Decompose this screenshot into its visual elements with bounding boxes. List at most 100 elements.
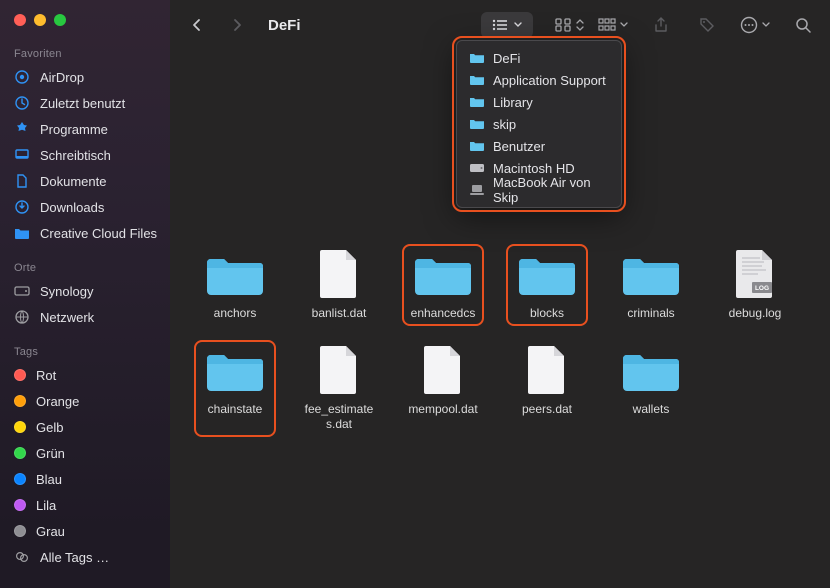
sidebar-item-documents[interactable]: Dokumente	[0, 168, 170, 194]
file-name: criminals	[627, 306, 674, 320]
file-name: anchors	[214, 306, 257, 320]
path-item[interactable]: Benutzer	[457, 135, 621, 157]
sidebar-group-label: Orte	[0, 256, 170, 278]
toolbar-right	[598, 12, 816, 38]
folder-icon	[469, 51, 485, 65]
file-grid: anchors banlist.dat enhancedcs blocks cr…	[170, 250, 830, 457]
path-item-label: Benutzer	[493, 139, 545, 154]
globe-icon	[14, 309, 30, 325]
sidebar-item-desktop[interactable]: Schreibtisch	[0, 142, 170, 168]
window-controls	[0, 14, 170, 26]
path-item-label: skip	[493, 117, 516, 132]
download-icon	[14, 199, 30, 215]
action-menu-button[interactable]	[740, 12, 770, 38]
sidebar-item-label: Grün	[36, 446, 65, 461]
folder-icon	[206, 250, 264, 298]
close-window-button[interactable]	[14, 14, 26, 26]
sidebar-item-label: Rot	[36, 368, 56, 383]
sidebar-item-label: Schreibtisch	[40, 148, 111, 163]
file-name: banlist.dat	[312, 306, 367, 320]
file-name: peers.dat	[522, 402, 572, 416]
path-item[interactable]: DeFi	[457, 47, 621, 69]
path-item[interactable]: Application Support	[457, 69, 621, 91]
sidebar-item-creative-cloud[interactable]: Creative Cloud Files	[0, 220, 170, 246]
path-dropdown[interactable]: DeFi Application Support Library skip Be…	[456, 40, 622, 208]
main-content: DeFi	[170, 0, 830, 588]
folder-icon	[414, 250, 472, 298]
logfile-icon: LOG	[726, 250, 784, 298]
folder-item[interactable]: wallets	[616, 346, 686, 431]
folder-icon	[469, 139, 485, 153]
airdrop-icon	[14, 69, 30, 85]
tag-dot-icon	[14, 473, 26, 485]
sidebar-tag-grau[interactable]: Grau	[0, 518, 170, 544]
sidebar-tag-orange[interactable]: Orange	[0, 388, 170, 414]
path-item[interactable]: Library	[457, 91, 621, 113]
sidebar-item-label: Orange	[36, 394, 79, 409]
desktop-icon	[14, 147, 30, 163]
sidebar-tag-gelb[interactable]: Gelb	[0, 414, 170, 440]
sidebar-item-network[interactable]: Netzwerk	[0, 304, 170, 330]
file-item[interactable]: mempool.dat	[408, 346, 478, 431]
folder-item[interactable]: blocks	[512, 250, 582, 320]
more-icon	[740, 16, 758, 34]
all-tags-icon	[14, 549, 30, 565]
minimize-window-button[interactable]	[34, 14, 46, 26]
file-icon	[310, 346, 368, 394]
zoom-window-button[interactable]	[54, 14, 66, 26]
folder-item[interactable]: criminals	[616, 250, 686, 320]
file-item[interactable]: fee_estimates.dat	[304, 346, 374, 431]
folder-item[interactable]: anchors	[200, 250, 270, 320]
share-button[interactable]	[648, 12, 674, 38]
path-item[interactable]: skip	[457, 113, 621, 135]
document-icon	[14, 173, 30, 189]
sidebar-all-tags[interactable]: Alle Tags …	[0, 544, 170, 570]
path-item[interactable]: MacBook Air von Skip	[457, 179, 621, 201]
folder-icon	[469, 95, 485, 109]
tag-dot-icon	[14, 369, 26, 381]
file-item[interactable]: peers.dat	[512, 346, 582, 431]
search-button[interactable]	[790, 12, 816, 38]
tag-icon	[699, 17, 715, 33]
view-as-list-button[interactable]	[481, 12, 533, 38]
folder-item[interactable]: enhancedcs	[408, 250, 478, 320]
sidebar-item-label: Alle Tags …	[40, 550, 109, 565]
file-name: enhancedcs	[411, 306, 476, 320]
folder-icon	[622, 250, 680, 298]
search-icon	[795, 17, 811, 33]
sidebar-item-applications[interactable]: Programme	[0, 116, 170, 142]
sidebar-item-label: Downloads	[40, 200, 104, 215]
sidebar-item-synology[interactable]: Synology	[0, 278, 170, 304]
window-title: DeFi	[268, 17, 301, 34]
sidebar-item-label: Creative Cloud Files	[40, 226, 157, 241]
tag-dot-icon	[14, 525, 26, 537]
sidebar-item-label: AirDrop	[40, 70, 84, 85]
file-item[interactable]: banlist.dat	[304, 250, 374, 320]
sidebar-group-label: Tags	[0, 340, 170, 362]
laptop-icon	[469, 183, 485, 197]
file-item[interactable]: LOG debug.log	[720, 250, 790, 320]
sidebar-tag-gruen[interactable]: Grün	[0, 440, 170, 466]
folder-icon	[14, 225, 30, 241]
svg-text:LOG: LOG	[755, 285, 769, 292]
path-item-label: Macintosh HD	[493, 161, 575, 176]
sidebar-group-label: Favoriten	[0, 42, 170, 64]
list-view-icon	[492, 19, 508, 31]
server-icon	[14, 283, 30, 299]
file-icon	[518, 346, 576, 394]
forward-button[interactable]	[224, 12, 250, 38]
back-button[interactable]	[184, 12, 210, 38]
chevron-down-icon	[762, 22, 770, 28]
folder-icon	[622, 346, 680, 394]
sidebar-tag-rot[interactable]: Rot	[0, 362, 170, 388]
sidebar-item-airdrop[interactable]: AirDrop	[0, 64, 170, 90]
folder-item[interactable]: chainstate	[200, 346, 270, 431]
group-by-button[interactable]	[555, 12, 584, 38]
sidebar-item-recents[interactable]: Zuletzt benutzt	[0, 90, 170, 116]
sidebar-tag-blau[interactable]: Blau	[0, 466, 170, 492]
sidebar-item-downloads[interactable]: Downloads	[0, 194, 170, 220]
sidebar-tag-lila[interactable]: Lila	[0, 492, 170, 518]
tags-button[interactable]	[694, 12, 720, 38]
arrange-button[interactable]	[598, 12, 628, 38]
sidebar-item-label: Blau	[36, 472, 62, 487]
